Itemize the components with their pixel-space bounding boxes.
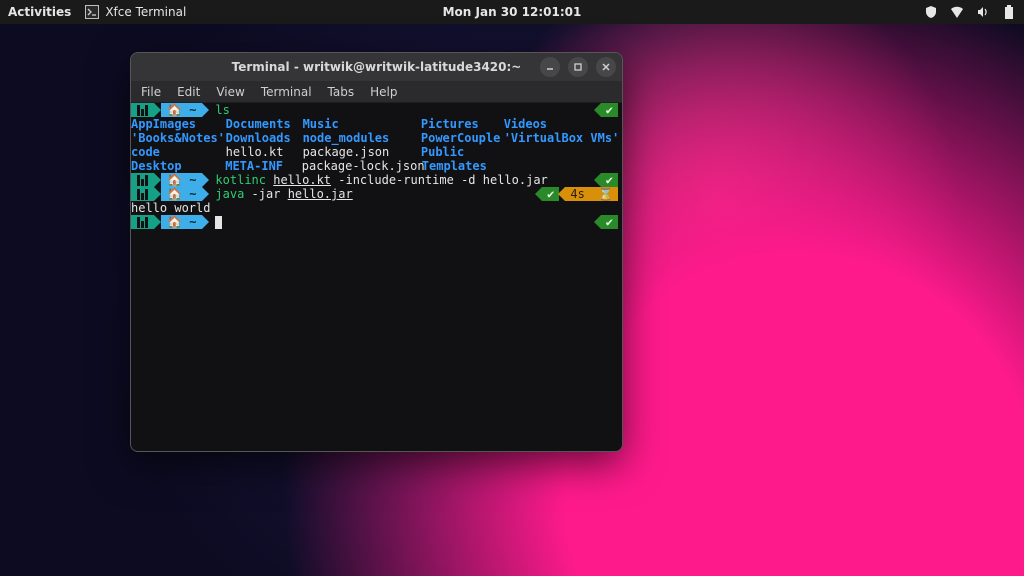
status-elapsed: 4s ⌛ <box>565 187 618 201</box>
network-icon[interactable] <box>950 5 964 19</box>
list-item: 'Books&Notes' Downloads node_modules Pow… <box>131 131 622 145</box>
prompt-path-segment: 🏠 ~ <box>161 103 202 117</box>
menu-edit[interactable]: Edit <box>177 85 200 99</box>
menu-terminal[interactable]: Terminal <box>261 85 312 99</box>
manjaro-icon <box>137 189 148 200</box>
menu-tabs[interactable]: Tabs <box>328 85 355 99</box>
manjaro-icon <box>137 105 148 116</box>
manjaro-icon <box>137 217 148 228</box>
activities-button[interactable]: Activities <box>8 5 71 19</box>
focused-app-indicator[interactable]: Xfce Terminal <box>85 5 186 19</box>
prompt-line-active[interactable]: 🏠 ~ ✔ <box>131 215 622 229</box>
prompt-status-right: ✔ <box>594 103 618 117</box>
desktop-topbar: Activities Xfce Terminal Mon Jan 30 12:0… <box>0 0 1024 24</box>
command-text: ls <box>209 103 229 117</box>
status-ok-icon: ✔ <box>542 187 559 201</box>
menu-help[interactable]: Help <box>370 85 397 99</box>
terminal-window: Terminal - writwik@writwik-latitude3420:… <box>130 52 623 452</box>
chevron-right-icon <box>202 103 209 117</box>
menu-view[interactable]: View <box>216 85 244 99</box>
manjaro-icon <box>137 175 148 186</box>
status-ok-icon: ✔ <box>601 215 618 229</box>
window-title: Terminal - writwik@writwik-latitude3420:… <box>232 60 522 74</box>
window-menubar: File Edit View Terminal Tabs Help <box>131 81 622 103</box>
hourglass-icon: ⌛ <box>598 187 613 201</box>
prompt-line: 🏠 ~ java -jar hello.jar ✔ 4s ⌛ <box>131 187 622 201</box>
window-maximize-button[interactable] <box>568 57 588 77</box>
focused-app-name: Xfce Terminal <box>105 5 186 19</box>
list-item: code hello.kt package.json Public <box>131 145 622 159</box>
volume-icon[interactable] <box>976 5 990 19</box>
battery-icon[interactable] <box>1002 5 1016 19</box>
window-titlebar[interactable]: Terminal - writwik@writwik-latitude3420:… <box>131 53 622 81</box>
prompt-line: 🏠 ~ ls ✔ <box>131 103 622 117</box>
terminal-cursor <box>215 216 222 229</box>
list-item: AppImages Documents Music Pictures Video… <box>131 117 622 131</box>
window-close-button[interactable] <box>596 57 616 77</box>
command-text: java -jar hello.jar <box>209 187 352 201</box>
chevron-right-icon <box>154 103 161 117</box>
menu-file[interactable]: File <box>141 85 161 99</box>
command-text: kotlinc hello.kt -include-runtime -d hel… <box>209 173 547 187</box>
terminal-app-icon <box>85 5 99 19</box>
status-ok-icon: ✔ <box>601 103 618 117</box>
window-minimize-button[interactable] <box>540 57 560 77</box>
status-ok-icon: ✔ <box>601 173 618 187</box>
stdout-line: hello world <box>131 201 622 215</box>
prompt-os-segment <box>131 103 154 117</box>
ls-output: AppImages Documents Music Pictures Video… <box>131 117 622 173</box>
prompt-line: 🏠 ~ kotlinc hello.kt -include-runtime -d… <box>131 173 622 187</box>
list-item: Desktop META-INF package-lock.json Templ… <box>131 159 622 173</box>
terminal-viewport[interactable]: 🏠 ~ ls ✔ AppImages Documents Music Pictu… <box>131 103 622 451</box>
shield-icon[interactable] <box>924 5 938 19</box>
clock[interactable]: Mon Jan 30 12:01:01 <box>443 5 582 19</box>
